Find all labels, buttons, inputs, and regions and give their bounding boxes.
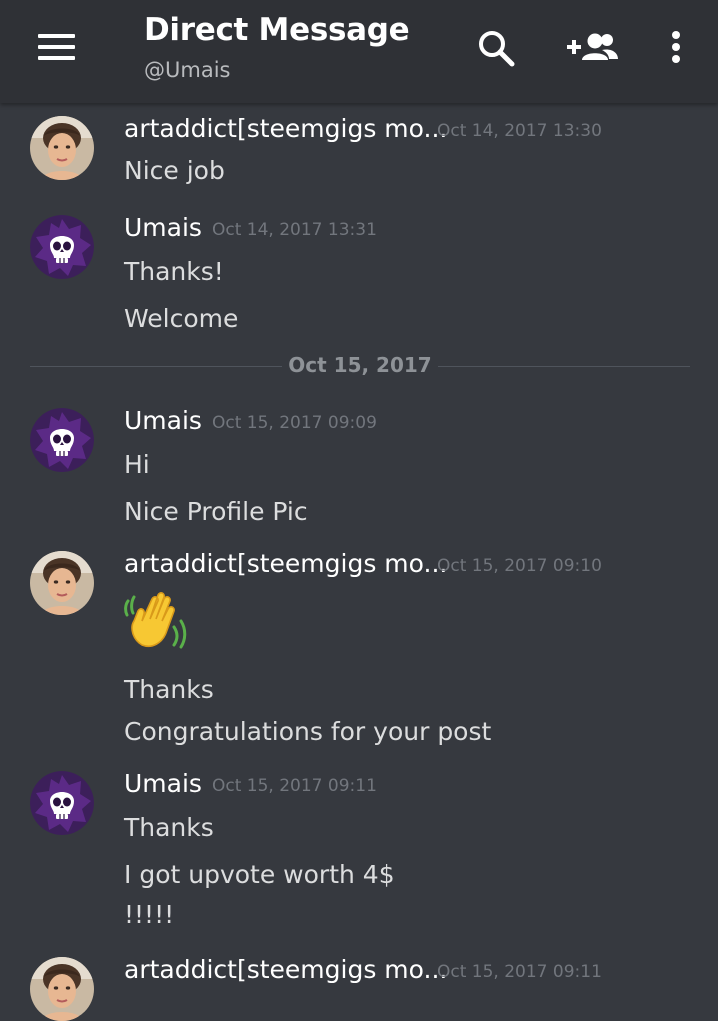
message-author[interactable]: artaddict[steemgigs mo...: [124, 549, 447, 578]
menu-button[interactable]: [30, 28, 82, 66]
message-author[interactable]: Umais: [124, 213, 202, 242]
page-title: Direct Message: [144, 12, 410, 48]
message-timestamp: Oct 15, 2017 09:10: [437, 556, 602, 576]
message-timestamp: Oct 15, 2017 09:11: [212, 776, 377, 796]
message-author[interactable]: artaddict[steemgigs mo...: [124, 114, 447, 143]
message-text: Welcome: [124, 304, 239, 333]
add-friend-icon: [567, 33, 618, 60]
message-text: Thanks: [124, 675, 214, 704]
date-divider-label: Oct 15, 2017: [288, 353, 432, 377]
message-timestamp: Oct 14, 2017 13:31: [212, 220, 377, 240]
message-text: Congratulations for your post: [124, 717, 492, 746]
app-header: Direct Message @Umais: [0, 0, 718, 103]
search-icon: [479, 31, 515, 67]
avatar[interactable]: [30, 408, 94, 472]
message-timestamp: Oct 14, 2017 13:30: [437, 121, 602, 141]
menu-icon-bar: [38, 45, 75, 49]
menu-icon: [38, 34, 75, 38]
message-text: Nice Profile Pic: [124, 497, 308, 526]
message-text: Thanks: [124, 813, 214, 842]
channel-subtitle: @Umais: [144, 58, 231, 82]
message-text: I got upvote worth 4$: [124, 860, 395, 889]
message-text: !!!!!: [124, 900, 175, 929]
search-button[interactable]: [474, 26, 518, 74]
message-text: Thanks!: [124, 257, 224, 286]
add-friend-button[interactable]: [564, 26, 620, 74]
message-author[interactable]: Umais: [124, 769, 202, 798]
avatar[interactable]: [30, 771, 94, 835]
avatar[interactable]: [30, 551, 94, 615]
message-author[interactable]: Umais: [124, 406, 202, 435]
message-timestamp: Oct 15, 2017 09:11: [437, 962, 602, 982]
menu-icon-bar: [38, 56, 75, 60]
divider-line: [438, 366, 690, 367]
message-text: Nice job: [124, 156, 225, 185]
date-divider: Oct 15, 2017: [30, 352, 690, 382]
more-vertical-icon: [672, 31, 680, 63]
message-timestamp: Oct 15, 2017 09:09: [212, 413, 377, 433]
avatar[interactable]: [30, 215, 94, 279]
avatar[interactable]: [30, 957, 94, 1021]
avatar[interactable]: [30, 116, 94, 180]
waving-hand-icon: [122, 587, 190, 657]
more-options-button[interactable]: [660, 26, 692, 74]
message-text: Hi: [124, 450, 150, 479]
